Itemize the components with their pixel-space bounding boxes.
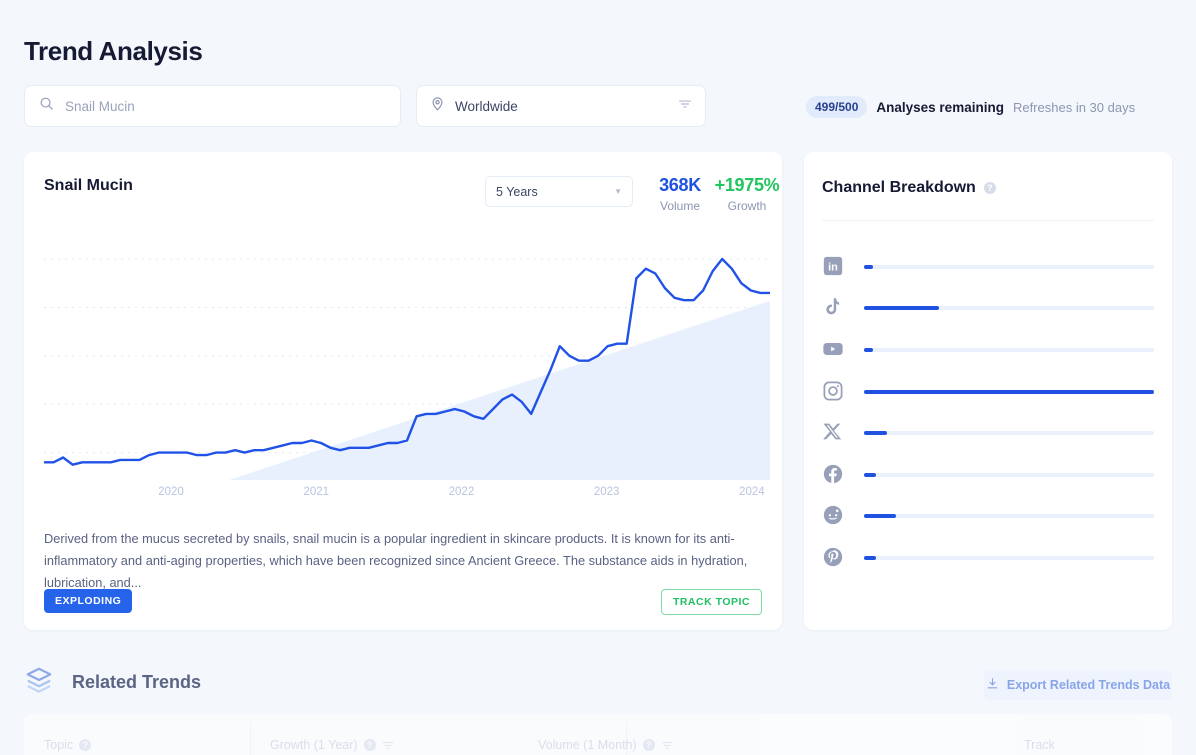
help-circle-icon[interactable]: ? [983, 182, 996, 194]
quota-refresh: Refreshes in 30 days [1012, 99, 1136, 115]
sort-icon[interactable] [661, 739, 673, 751]
trend-title: Snail Mucin [44, 177, 133, 194]
channel-row-x [822, 412, 1154, 454]
quota-area: 499/500 Analyses remaining Refreshes in … [806, 96, 1135, 118]
channel-bar-fill [864, 514, 896, 519]
trend-analysis-page: Trend Analysis Worldwide 499/500 Analyse… [0, 0, 1196, 755]
growth-label: Growth [727, 199, 767, 213]
trend-chart-svg [44, 257, 770, 480]
channel-breakdown-card: Channel Breakdown ? in [804, 152, 1172, 630]
column-divider [250, 722, 251, 755]
filter-icon[interactable] [678, 97, 692, 116]
instagram-icon [822, 380, 846, 404]
column-label: Track [1024, 738, 1055, 752]
page-title: Trend Analysis [24, 36, 203, 66]
channel-row-youtube [822, 329, 1154, 371]
reddit-icon [822, 504, 846, 528]
trend-card: Snail Mucin 5 Years ▼ 368K Volume +1975%… [24, 152, 782, 630]
channel-row-linkedin: in [822, 246, 1154, 288]
linkedin-icon: in [822, 255, 846, 279]
channel-bar-track [864, 264, 1154, 269]
channel-bar-track [864, 472, 1154, 477]
channel-bar-fill [864, 555, 876, 560]
time-range-select[interactable]: 5 Years ▼ [485, 176, 633, 207]
chart-x-tick: 2024 [739, 486, 765, 498]
channel-bar-track [864, 431, 1154, 436]
column-label: Growth (1 Year) [270, 738, 358, 752]
youtube-icon [822, 338, 846, 362]
column-header-track: Track [1024, 738, 1055, 752]
time-range-value: 5 Years [496, 184, 538, 199]
column-header-growth[interactable]: Growth (1 Year) ? [270, 738, 394, 752]
export-label: Export Related Trends Data [1006, 678, 1171, 692]
chevron-down-icon: ▼ [614, 187, 622, 196]
pinterest-icon [822, 546, 846, 570]
trend-description: Derived from the mucus secreted by snail… [44, 531, 748, 590]
channel-bar-fill [864, 472, 876, 477]
channel-bar-fill [864, 389, 1154, 394]
svg-text:in: in [828, 261, 838, 273]
channel-bar-track [864, 347, 1154, 352]
location-selector[interactable]: Worldwide [416, 85, 706, 127]
channel-row-reddit [822, 496, 1154, 538]
channel-bar-track [864, 514, 1154, 519]
divider [822, 220, 1154, 221]
chart-x-tick: 2022 [448, 486, 475, 498]
chart-x-tick: 2023 [593, 486, 620, 498]
download-icon [986, 677, 999, 693]
column-header-volume[interactable]: Volume (1 Month) ? [538, 738, 673, 752]
layers-icon [24, 665, 54, 700]
status-badge: EXPLODING [44, 589, 133, 613]
volume-label: Volume [659, 199, 701, 213]
column-label: Topic [44, 738, 74, 752]
channel-bar-fill [864, 306, 940, 311]
search-input[interactable] [65, 98, 386, 114]
track-topic-button[interactable]: TRACK TOPIC [660, 589, 762, 615]
related-trends-table: Topic ? Growth (1 Year) ? Volume (1 Mont… [24, 714, 1172, 755]
chart-x-tick: 2021 [303, 486, 330, 498]
help-circle-icon[interactable]: ? [363, 739, 376, 751]
channel-bar-track [864, 555, 1154, 560]
help-circle-icon[interactable]: ? [79, 739, 92, 751]
channel-bar-fill [864, 264, 873, 269]
related-trends-header: Related Trends [24, 665, 201, 700]
channel-breakdown-label: Channel Breakdown [822, 179, 976, 196]
channel-bar-track [864, 306, 1154, 311]
sort-icon[interactable] [382, 739, 394, 751]
volume-value: 368K [659, 175, 701, 195]
map-pin-icon [430, 96, 445, 116]
channel-row-pinterest [822, 537, 1154, 579]
quota-badge: 499/500 [806, 96, 868, 118]
channel-row-facebook [822, 454, 1154, 496]
trend-chart: 2020 2021 2022 2023 2024 [44, 224, 770, 504]
facebook-icon [822, 463, 846, 487]
growth-stat: +1975% Growth [704, 175, 790, 213]
channel-breakdown-title: Channel Breakdown ? [822, 179, 996, 197]
channel-bar-track [864, 389, 1154, 394]
related-trends-title: Related Trends [72, 672, 202, 692]
channel-bar-fill [864, 347, 873, 352]
export-related-trends-button[interactable]: Export Related Trends Data [984, 670, 1172, 700]
quota-label: Analyses remaining [876, 99, 1004, 115]
channel-row-tiktok [822, 288, 1154, 330]
tiktok-icon [822, 296, 846, 320]
chart-x-tick: 2020 [158, 486, 184, 498]
search-icon [39, 96, 54, 116]
growth-value: +1975% [714, 175, 780, 195]
column-label: Volume (1 Month) [538, 738, 637, 752]
search-box[interactable] [24, 85, 401, 127]
channel-bar-fill [864, 431, 888, 436]
channel-list: in [822, 246, 1154, 579]
x-twitter-icon [822, 421, 846, 445]
location-label: Worldwide [455, 98, 518, 114]
help-circle-icon[interactable]: ? [642, 739, 655, 751]
channel-row-instagram [822, 371, 1154, 413]
column-header-topic[interactable]: Topic ? [44, 738, 92, 752]
volume-stat: 368K Volume [648, 175, 712, 213]
